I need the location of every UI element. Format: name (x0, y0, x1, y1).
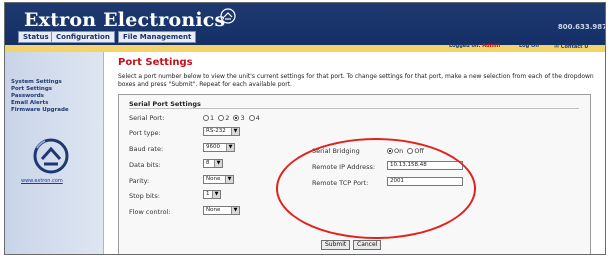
serial-port-radio-1[interactable] (203, 115, 209, 121)
parity-select[interactable]: None ▼ (203, 175, 234, 184)
logged-on-indicator: Logged on: Admin (449, 43, 500, 49)
remote-tcp-port-input[interactable]: 2001 (387, 177, 463, 186)
extron-globe-logo-icon (33, 138, 69, 174)
browser-page: Extron Electronics 800.633.987 Status Co… (4, 2, 606, 255)
tab-configuration[interactable]: Configuration (51, 31, 115, 43)
contact-label: Contact U (560, 44, 589, 50)
parity-value: None (206, 176, 221, 182)
bridging-off-radio[interactable] (407, 148, 414, 154)
sidebar-item-email-alerts[interactable]: Email Alerts (5, 100, 69, 107)
baud-rate-select[interactable]: 9600 ▼ (203, 143, 235, 152)
header: Extron Electronics 800.633.987 Status Co… (5, 3, 606, 45)
parity-label: Parity: (129, 177, 150, 185)
sidebar-item-passwords[interactable]: Passwords (5, 93, 69, 100)
serial-port-radio-3[interactable] (233, 115, 240, 121)
flow-control-value: None (206, 207, 221, 213)
dropdown-arrow-icon: ▼ (212, 191, 220, 198)
extron-website-link[interactable]: www.extron.com (21, 178, 63, 184)
data-bits-select[interactable]: 8 ▼ (203, 159, 223, 168)
cancel-button[interactable]: Cancel (353, 240, 382, 250)
bridging-on-label: On (394, 147, 404, 155)
serial-port-radio-2[interactable] (218, 115, 225, 121)
tab-file-management[interactable]: File Management (118, 31, 197, 43)
stop-bits-select[interactable]: 1 ▼ (203, 190, 221, 199)
sidebar-nav: System Settings Port Settings Passwords … (5, 79, 69, 114)
data-bits-label: Data bits: (129, 161, 161, 169)
sidebar: System Settings Port Settings Passwords … (5, 52, 104, 254)
remote-ip-label: Remote IP Address: (312, 163, 376, 171)
page-title: Port Settings (118, 57, 193, 68)
port-type-value: RS-232 (206, 128, 226, 134)
sidebar-item-firmware-upgrade[interactable]: Firmware Upgrade (5, 107, 69, 114)
brand-logo-text: Extron Electronics (24, 9, 226, 31)
log-off-link[interactable]: Log Off (519, 43, 539, 49)
serial-port-radio-4[interactable] (248, 115, 255, 121)
baud-rate-label: Baud rate: (129, 145, 164, 153)
dropdown-arrow-icon: ▼ (225, 176, 233, 183)
serial-port-option-4: 4 (255, 114, 260, 122)
logged-on-label: Logged on: (449, 43, 481, 49)
serial-port-option-1: 1 (210, 114, 215, 122)
stop-bits-label: Stop bits: (129, 192, 160, 200)
flow-control-select[interactable]: None ▼ (203, 206, 240, 215)
serial-port-label: Serial Port: (129, 114, 165, 122)
panel-title: Serial Port Settings (129, 100, 201, 108)
contact-link[interactable]: ✉ Contact U (554, 43, 588, 50)
data-bits-value: 8 (206, 160, 210, 166)
stop-bits-value: 1 (206, 191, 210, 197)
extron-logo-icon (220, 8, 236, 24)
serial-port-settings-panel: Serial Port Settings Serial Port: 1 2 3 … (118, 94, 591, 254)
serial-port-option-2: 2 (225, 114, 230, 122)
flow-control-label: Flow control: (129, 208, 171, 216)
serial-bridging-radio-group: On Off (387, 147, 426, 155)
dropdown-arrow-icon: ▼ (214, 160, 222, 167)
sidebar-item-system-settings[interactable]: System Settings (5, 79, 69, 86)
status-bar (5, 45, 605, 52)
remote-tcp-port-label: Remote TCP Port: (312, 179, 369, 187)
sidebar-item-port-settings[interactable]: Port Settings (5, 86, 69, 93)
serial-port-radio-group: 1 2 3 4 (203, 114, 262, 122)
logged-on-user: Admin (482, 43, 501, 49)
port-type-select[interactable]: RS-232 ▼ (203, 127, 240, 136)
dropdown-arrow-icon: ▼ (226, 144, 234, 151)
phone-number: 800.633.987 (557, 23, 606, 31)
serial-port-option-3: 3 (240, 114, 245, 122)
tab-status[interactable]: Status (18, 31, 54, 43)
port-type-label: Port type: (129, 129, 161, 137)
instructions-text: Select a port number below to view the u… (118, 73, 594, 88)
dropdown-arrow-icon: ▼ (231, 128, 239, 135)
submit-button[interactable]: Submit (321, 240, 351, 250)
panel-divider (129, 108, 579, 109)
remote-ip-input[interactable]: 10.13.158.48 (387, 161, 463, 170)
baud-rate-value: 9600 (206, 144, 220, 150)
serial-bridging-label: Serial Bridging (312, 147, 360, 155)
envelope-icon: ✉ (554, 43, 560, 50)
bridging-off-label: Off (414, 147, 424, 155)
bridging-on-radio[interactable] (387, 148, 393, 154)
dropdown-arrow-icon: ▼ (231, 207, 239, 214)
